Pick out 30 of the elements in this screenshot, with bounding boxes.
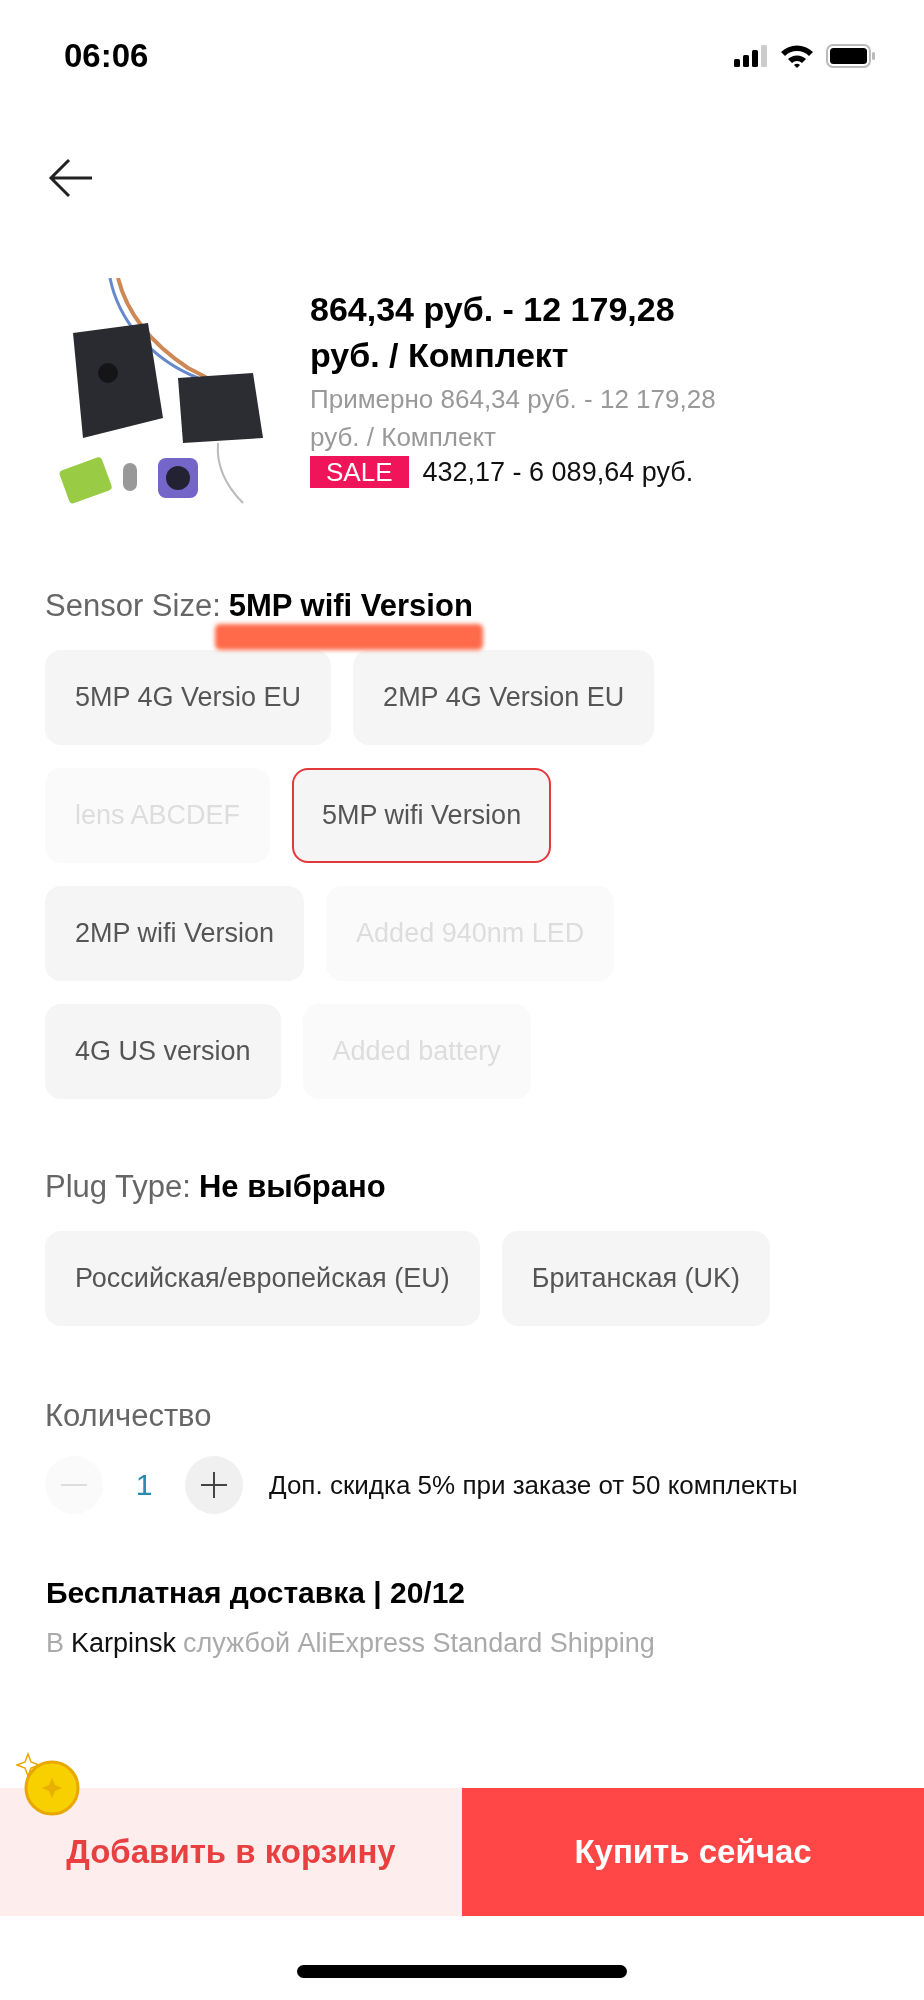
status-time: 06:06: [64, 37, 149, 75]
coin-icon: [16, 1752, 80, 1816]
delivery-prefix: В: [46, 1628, 64, 1659]
selected-plug-type: Не выбрано: [198, 1169, 386, 1205]
approximate-price: Примерно 864,34 руб. - 12 179,28 руб. / Комплект: [310, 383, 717, 454]
sale-price: 432,17 - 6 089,64 руб.: [422, 456, 694, 488]
option-chip[interactable]: 2MP 4G Version EU: [353, 650, 655, 745]
sensor-size-label: Sensor Size:: [45, 588, 221, 624]
option-chip[interactable]: 2MP wifi Version: [45, 886, 305, 981]
discount-note: Доп. скидка 5% при заказе от 50 комплекты: [269, 1469, 798, 1501]
battery-icon: [826, 44, 876, 68]
plug-type-label: Plug Type:: [45, 1169, 191, 1205]
add-to-cart-button[interactable]: Добавить в корзину: [0, 1788, 462, 1916]
option-chip[interactable]: Российская/европейская (EU): [45, 1231, 480, 1326]
delivery-city[interactable]: Karpinsk: [71, 1628, 177, 1659]
delivery-title: Бесплатная доставка | 20/12: [45, 1575, 467, 1610]
quantity-label: Количество: [44, 1397, 213, 1434]
option-chip[interactable]: 4G US version: [45, 1004, 281, 1099]
signal-icon: [734, 45, 768, 67]
wifi-icon: [780, 44, 814, 68]
plus-icon: [199, 1470, 229, 1500]
price-range: 864,34 руб. - 12 179,28 руб. / Комплект: [310, 289, 676, 376]
delivery-service: службой AliExpress Standard Shipping: [183, 1628, 655, 1659]
back-icon[interactable]: [48, 158, 94, 198]
selected-sensor-size: 5MP wifi Version: [228, 588, 473, 623]
option-chip[interactable]: 5MP 4G Versio EU: [45, 650, 332, 745]
sale-badge: SALE: [310, 456, 409, 488]
option-chip[interactable]: Британская (UK): [501, 1231, 771, 1326]
option-chip[interactable]: 5MP wifi Version: [292, 768, 552, 863]
quantity-value: 1: [134, 1468, 154, 1502]
